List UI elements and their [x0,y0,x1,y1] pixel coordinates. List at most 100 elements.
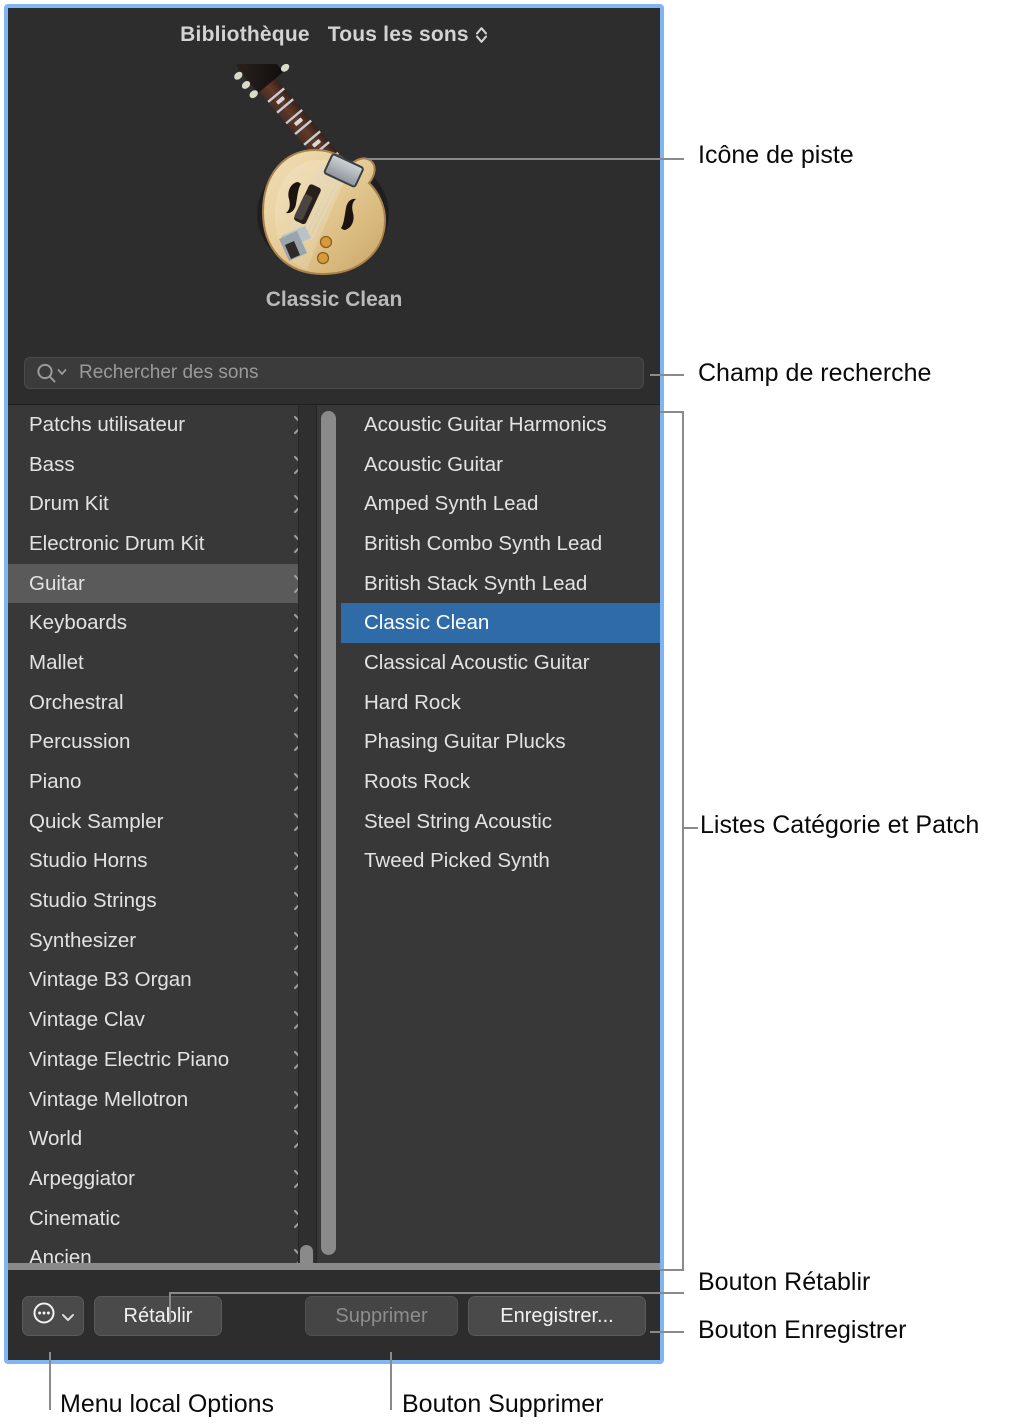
category-row[interactable]: World [8,1119,316,1159]
patch-label: Phasing Guitar Plucks [364,730,566,754]
category-label: Mallet [29,650,84,674]
category-row[interactable]: Guitar [8,563,316,604]
patch-row[interactable]: Amped Synth Lead [341,484,660,524]
category-list[interactable]: Patchs utilisateur Bass Drum Kit Electronic… [8,405,317,1263]
patch-label: British Combo Synth Lead [364,531,603,555]
patch-row[interactable]: British Combo Synth Lead [341,524,660,564]
browser-lists: Patchs utilisateur Bass Drum Kit Electronic… [8,404,660,1264]
category-row[interactable]: Studio Horns [8,842,316,882]
patch-label: Steel String Acoustic [364,809,553,833]
annotation-save-button: Bouton Enregistrer [698,1316,907,1344]
category-label: Drum Kit [29,492,109,516]
category-label: Electronic Drum Kit [29,531,205,555]
patch-row[interactable]: Tweed Picked Synth [341,842,660,882]
patch-label: Hard Rock [364,690,461,714]
category-row[interactable]: Vintage Clav [8,1000,316,1040]
leader-line-track-icon [366,158,684,160]
patch-row[interactable]: Acoustic Guitar [341,445,660,485]
category-row[interactable]: Drum Kit [8,484,316,524]
patch-hero: Classic Clean [8,45,660,352]
search-placeholder: Rechercher des sons [79,362,259,383]
search-row: Rechercher des sons [8,352,660,394]
category-label: Vintage Clav [29,1008,145,1032]
category-row[interactable]: Studio Strings [8,881,316,921]
category-label: Orchestral [29,690,124,714]
up-down-chevron-icon [475,25,488,45]
category-label: Patchs utilisateur [29,412,186,436]
patch-label: Classical Acoustic Guitar [364,650,590,674]
library-title-label: Bibliothèque [180,23,310,46]
delete-button[interactable]: Supprimer [305,1296,458,1336]
category-row[interactable]: Percussion [8,723,316,763]
category-row[interactable]: Orchestral [8,683,316,723]
patch-row[interactable]: Phasing Guitar Plucks [341,723,660,763]
reset-button[interactable]: Rétablir [94,1296,222,1336]
patch-row[interactable]: Classical Acoustic Guitar [341,643,660,683]
patch-label: Classic Clean [364,611,490,635]
save-button[interactable]: Enregistrer... [468,1296,646,1336]
patch-row[interactable]: Roots Rock [341,762,660,802]
search-icon [35,362,69,384]
patch-label: Amped Synth Lead [364,492,539,516]
category-label: Vintage Mellotron [29,1087,189,1111]
leader-tick-lists [684,827,698,829]
patch-label: British Stack Synth Lead [364,571,588,595]
library-title: Bibliothèque [180,23,310,47]
chevron-down-icon [61,1305,75,1328]
category-label: Vintage B3 Organ [29,968,192,992]
category-row[interactable]: Keyboards [8,603,316,643]
category-scrollbar-track [298,405,316,1263]
patch-row[interactable]: Classic Clean [341,603,660,644]
patch-row[interactable]: Steel String Acoustic [341,802,660,842]
category-row[interactable]: Piano [8,762,316,802]
category-row[interactable]: Bass [8,445,316,485]
category-row[interactable]: Patchs utilisateur [8,405,316,445]
search-input[interactable]: Rechercher des sons [24,357,644,389]
sound-filter-label: Tous les sons [327,23,469,46]
horizontal-scrollbar[interactable] [8,1263,660,1270]
ellipsis-circle-icon [32,1301,56,1331]
sound-filter-popup[interactable]: Tous les sons [328,23,488,47]
category-label: Studio Horns [29,849,148,873]
category-scrollbar-thumb[interactable] [300,1245,313,1263]
patch-list[interactable]: Acoustic Guitar Harmonics Acoustic Guitar… [317,405,660,1263]
annotation-track-icon: Icône de piste [698,141,854,169]
bracket-lists [660,411,684,1271]
patch-label: Acoustic Guitar Harmonics [364,412,607,436]
category-row[interactable]: Vintage Mellotron [8,1080,316,1120]
leader-line-search-field [650,374,684,376]
electric-archtop-guitar-icon [219,45,449,294]
leader-line-reset-vertical [169,1292,171,1324]
leader-line-delete-button [390,1352,392,1410]
category-row[interactable]: Vintage Electric Piano [8,1040,316,1080]
category-row[interactable]: Mallet [8,643,316,683]
annotation-delete-button: Bouton Supprimer [402,1390,604,1418]
category-label: Piano [29,770,82,794]
category-label: Arpeggiator [29,1166,135,1190]
library-panel: Bibliothèque Tous les sons Classic Clean… [4,4,664,1364]
category-label: Percussion [29,730,131,754]
category-row[interactable]: Synthesizer [8,921,316,961]
category-row[interactable]: Ancien [8,1238,316,1263]
category-label: Ancien [29,1246,92,1263]
options-popup-button[interactable] [22,1296,84,1336]
annotation-reset-button: Bouton Rétablir [698,1268,871,1296]
patch-row[interactable]: Hard Rock [341,683,660,723]
patch-row[interactable]: Acoustic Guitar Harmonics [341,405,660,445]
category-label: Vintage Electric Piano [29,1047,230,1071]
patch-label: Roots Rock [364,770,470,794]
category-row[interactable]: Cinematic [8,1199,316,1239]
panel-header: Bibliothèque Tous les sons [8,8,660,62]
category-label: Studio Strings [29,889,157,913]
category-label: Keyboards [29,611,128,635]
leader-line-save [650,1331,684,1333]
category-label: Bass [29,452,75,476]
patch-label: Acoustic Guitar [364,452,503,476]
category-row[interactable]: Vintage B3 Organ [8,961,316,1001]
leader-line-options-menu [49,1352,51,1410]
patch-row[interactable]: British Stack Synth Lead [341,564,660,604]
annotation-search-field: Champ de recherche [698,359,932,387]
category-row[interactable]: Quick Sampler [8,802,316,842]
category-row[interactable]: Electronic Drum Kit [8,524,316,564]
category-row[interactable]: Arpeggiator [8,1159,316,1199]
